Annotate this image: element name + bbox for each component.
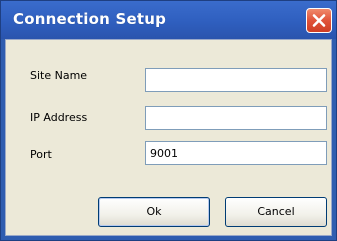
dialog-body: Site Name IP Address Port Ok Cancel <box>5 39 332 236</box>
port-label: Port <box>30 148 52 161</box>
site-name-label: Site Name <box>30 69 88 82</box>
port-input[interactable] <box>145 141 327 165</box>
dialog-title: Connection Setup <box>13 10 167 28</box>
ip-address-input[interactable] <box>145 106 327 130</box>
ip-address-label: IP Address <box>30 111 88 124</box>
ok-button[interactable]: Ok <box>98 197 210 227</box>
close-icon <box>312 14 326 27</box>
title-bar[interactable]: Connection Setup <box>1 1 336 39</box>
cancel-button[interactable]: Cancel <box>225 197 327 227</box>
close-button[interactable] <box>306 8 332 33</box>
site-name-input[interactable] <box>145 68 327 92</box>
connection-setup-dialog: Connection Setup Site Name IP Address Po… <box>0 0 337 241</box>
